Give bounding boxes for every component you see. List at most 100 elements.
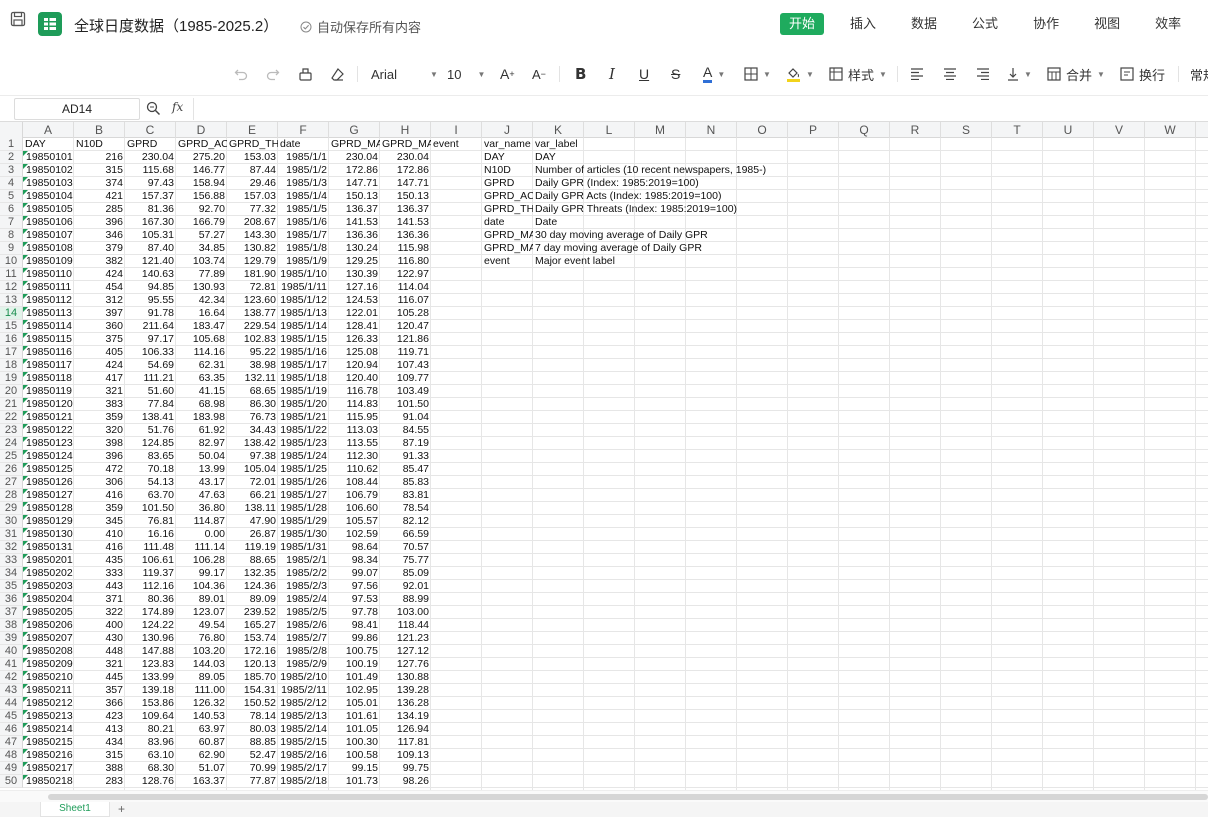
cell-number[interactable]: 1985/1/11 bbox=[278, 281, 329, 294]
cell-text[interactable]: 19850205 bbox=[23, 606, 74, 619]
cell-number[interactable]: 153.03 bbox=[227, 151, 278, 164]
cell-number[interactable]: 89.05 bbox=[176, 671, 227, 684]
row-header-42[interactable]: 42 bbox=[0, 671, 23, 684]
cell-text[interactable]: DAY bbox=[482, 151, 533, 164]
column-header-p[interactable]: P bbox=[788, 122, 839, 138]
cell-number[interactable]: 1985/2/17 bbox=[278, 762, 329, 775]
cell-number[interactable]: 86.30 bbox=[227, 398, 278, 411]
cell-text[interactable]: 19850120 bbox=[23, 398, 74, 411]
row-header-5[interactable]: 5 bbox=[0, 190, 23, 203]
column-header-c[interactable]: C bbox=[125, 122, 176, 138]
cell-number[interactable]: 174.89 bbox=[125, 606, 176, 619]
cell-text[interactable]: 19850216 bbox=[23, 749, 74, 762]
cell-text[interactable]: 19850127 bbox=[23, 489, 74, 502]
cell-number[interactable]: 130.93 bbox=[176, 281, 227, 294]
cell-number[interactable]: 88.65 bbox=[227, 554, 278, 567]
row-header-41[interactable]: 41 bbox=[0, 658, 23, 671]
cell-number[interactable]: 1985/1/31 bbox=[278, 541, 329, 554]
cell-number[interactable]: 147.71 bbox=[329, 177, 380, 190]
cell-number[interactable]: 167.30 bbox=[125, 216, 176, 229]
row-header-34[interactable]: 34 bbox=[0, 567, 23, 580]
row-header-14[interactable]: 14 bbox=[0, 307, 23, 320]
cell-text[interactable]: 19850102 bbox=[23, 164, 74, 177]
cell-number[interactable]: 130.88 bbox=[380, 671, 431, 684]
cell-number[interactable]: 110.62 bbox=[329, 463, 380, 476]
cell-number[interactable]: 421 bbox=[74, 190, 125, 203]
cell-number[interactable]: 85.83 bbox=[380, 476, 431, 489]
cell-text[interactable]: Daily GPR Threats (Index: 1985:2019=100) bbox=[533, 203, 737, 216]
cell-number[interactable]: 1985/1/30 bbox=[278, 528, 329, 541]
cell-number[interactable]: 77.89 bbox=[176, 268, 227, 281]
cell-text[interactable]: date bbox=[278, 138, 329, 151]
cell-number[interactable]: 109.13 bbox=[380, 749, 431, 762]
cell-number[interactable]: 80.36 bbox=[125, 593, 176, 606]
cell-number[interactable]: 1985/1/18 bbox=[278, 372, 329, 385]
cell-number[interactable]: 454 bbox=[74, 281, 125, 294]
cell-number[interactable]: 92.70 bbox=[176, 203, 227, 216]
cell-number[interactable]: 50.04 bbox=[176, 450, 227, 463]
number-format-select[interactable]: 常规 bbox=[1190, 63, 1208, 85]
column-header-k[interactable]: K bbox=[533, 122, 584, 138]
cell-number[interactable]: 105.31 bbox=[125, 229, 176, 242]
row-header-2[interactable]: 2 bbox=[0, 151, 23, 164]
row-header-40[interactable]: 40 bbox=[0, 645, 23, 658]
column-header-d[interactable]: D bbox=[176, 122, 227, 138]
cell-text[interactable]: 19850111 bbox=[23, 281, 74, 294]
cell-number[interactable]: 1985/1/16 bbox=[278, 346, 329, 359]
cell-number[interactable]: 98.26 bbox=[380, 775, 431, 788]
menu-view[interactable]: 视图 bbox=[1085, 13, 1129, 35]
cell-number[interactable]: 139.28 bbox=[380, 684, 431, 697]
cell-text[interactable]: 19850203 bbox=[23, 580, 74, 593]
cell-number[interactable]: 51.60 bbox=[125, 385, 176, 398]
cell-number[interactable]: 1985/2/10 bbox=[278, 671, 329, 684]
cell-number[interactable]: 123.60 bbox=[227, 294, 278, 307]
cell-text[interactable]: 19850218 bbox=[23, 775, 74, 788]
formula-input[interactable] bbox=[193, 98, 1208, 120]
row-header-36[interactable]: 36 bbox=[0, 593, 23, 606]
cell-number[interactable]: 136.36 bbox=[329, 229, 380, 242]
cell-number[interactable]: 315 bbox=[74, 749, 125, 762]
cell-number[interactable]: 123.07 bbox=[176, 606, 227, 619]
cell-number[interactable]: 1985/1/17 bbox=[278, 359, 329, 372]
cell-number[interactable]: 87.40 bbox=[125, 242, 176, 255]
cell-text[interactable]: 19850113 bbox=[23, 307, 74, 320]
cell-number[interactable]: 229.54 bbox=[227, 320, 278, 333]
cell-number[interactable]: 208.67 bbox=[227, 216, 278, 229]
cell-number[interactable]: 99.07 bbox=[329, 567, 380, 580]
column-header-b[interactable]: B bbox=[74, 122, 125, 138]
cell-number[interactable]: 34.85 bbox=[176, 242, 227, 255]
cell-number[interactable]: 82.12 bbox=[380, 515, 431, 528]
cell-number[interactable]: 115.95 bbox=[329, 411, 380, 424]
document-title[interactable]: 全球日度数据（1985-2025.2） bbox=[74, 15, 278, 36]
cell-number[interactable]: 443 bbox=[74, 580, 125, 593]
cell-number[interactable]: 105.04 bbox=[227, 463, 278, 476]
cell-number[interactable]: 125.08 bbox=[329, 346, 380, 359]
cell-number[interactable]: 1985/1/29 bbox=[278, 515, 329, 528]
cell-number[interactable]: 118.44 bbox=[380, 619, 431, 632]
cell-number[interactable]: 75.77 bbox=[380, 554, 431, 567]
cell-number[interactable]: 346 bbox=[74, 229, 125, 242]
row-header-13[interactable]: 13 bbox=[0, 294, 23, 307]
cell-number[interactable]: 138.42 bbox=[227, 437, 278, 450]
cell-text[interactable]: GPRD_MA bbox=[329, 138, 380, 151]
cell-number[interactable]: 165.27 bbox=[227, 619, 278, 632]
merge-menu[interactable]: 合并 ▼ bbox=[1047, 63, 1105, 85]
cell-number[interactable]: 114.04 bbox=[380, 281, 431, 294]
cell-number[interactable]: 70.99 bbox=[227, 762, 278, 775]
row-header-3[interactable]: 3 bbox=[0, 164, 23, 177]
cell-number[interactable]: 1985/1/20 bbox=[278, 398, 329, 411]
cell-number[interactable]: 379 bbox=[74, 242, 125, 255]
cell-number[interactable]: 13.99 bbox=[176, 463, 227, 476]
cell-text[interactable]: 19850201 bbox=[23, 554, 74, 567]
cell-number[interactable]: 117.81 bbox=[380, 736, 431, 749]
column-header-o[interactable]: O bbox=[737, 122, 788, 138]
cell-number[interactable]: 1985/1/15 bbox=[278, 333, 329, 346]
cell-text[interactable]: 19850119 bbox=[23, 385, 74, 398]
cell-number[interactable]: 60.87 bbox=[176, 736, 227, 749]
cell-number[interactable]: 230.04 bbox=[380, 151, 431, 164]
cell-number[interactable]: 52.47 bbox=[227, 749, 278, 762]
row-header-45[interactable]: 45 bbox=[0, 710, 23, 723]
cell-number[interactable]: 126.94 bbox=[380, 723, 431, 736]
cell-text[interactable]: 19850130 bbox=[23, 528, 74, 541]
cell-number[interactable]: 97.56 bbox=[329, 580, 380, 593]
